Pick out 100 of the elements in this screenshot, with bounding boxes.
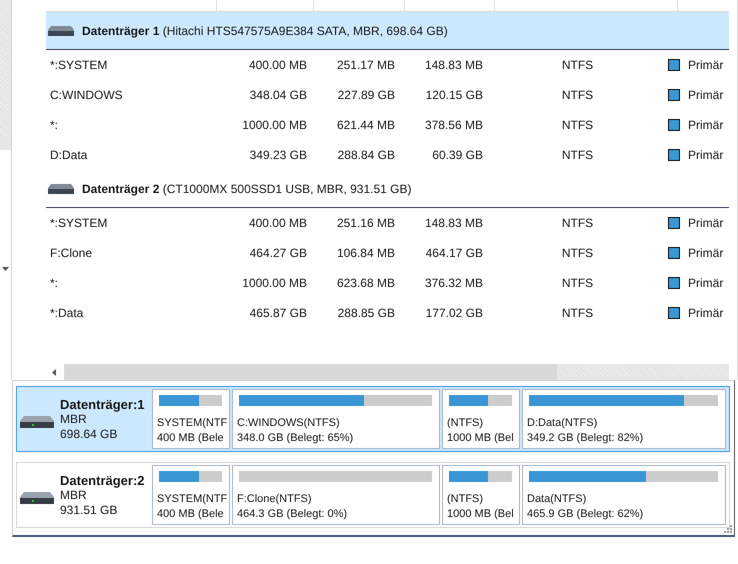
partition-label: F:Clone(NTFS) [237,492,313,507]
free-cell-text: 60.39 GB [431,148,484,162]
type-cell: Primär [688,216,724,230]
partition-usage: 1000 MB (Bel [447,431,515,446]
filesystem-cell: NTFS [562,216,594,230]
partition-name: *:Data [49,306,84,320]
horizontal-scrollbar[interactable] [64,364,729,380]
partition-label: SYSTEM(NTF [157,492,226,507]
type-cell: Primär [688,246,724,260]
type-cell: Primär [688,58,724,72]
partition-label: (NTFS) [447,492,484,507]
partition-label: SYSTEM(NTF [157,416,226,431]
disk-header-row[interactable]: Datenträger 2 (CT1000MX 500SSD1 USB, MBR, 931.51 GB) [46,170,729,208]
used-cell-text: 288.85 GB [336,306,396,320]
partition-block[interactable]: Data(NTFS) 465.9 GB (Belegt: 62%) [522,465,726,525]
hard-drive-icon [20,416,54,428]
partition-name: *: [49,118,60,132]
dropdown-arrow-icon[interactable] [2,267,9,271]
partition-name: D:Data [49,148,88,162]
scroll-left-icon[interactable] [52,368,56,376]
filesystem-cell: NTFS [562,58,594,72]
free-cell-text: 464.17 GB [424,246,484,260]
partition-label: C:WINDOWS(NTFS) [237,416,341,431]
type-cell: Primär [688,148,724,162]
type-cell: Primär [688,118,724,132]
disk-title: Datenträger 1 (Hitachi HTS547575A9E384 SATA, MBR, 698.64 GB) [82,24,448,38]
partition-usage: 349.2 GB (Belegt: 82%) [527,431,644,446]
partition-block[interactable]: (NTFS) 1000 MB (Bel [442,465,520,525]
partition-name: *:SYSTEM [49,58,108,72]
partition-name: *:SYSTEM [49,216,108,230]
partition-block[interactable]: SYSTEM(NTF 400 MB (Bele [152,389,230,449]
partition-color-icon [668,89,680,101]
partition-color-icon [668,59,680,71]
usage-bar [159,395,222,406]
free-cell-text: 378.56 MB [424,118,484,132]
filesystem-cell: NTFS [562,246,594,260]
disk-size: 931.51 GB [60,502,118,518]
partition-color-icon [668,217,680,229]
used-cell-text: 251.17 MB [336,58,396,72]
partition-usage: 400 MB (Bele [157,507,225,522]
partition-usage: 465.9 GB (Belegt: 62%) [527,507,644,522]
partition-usage: 348.0 GB (Belegt: 65%) [237,431,354,446]
resize-grip-icon[interactable] [724,525,732,533]
partition-block[interactable]: D:Data(NTFS) 349.2 GB (Belegt: 82%) [522,389,726,449]
filesystem-cell: NTFS [562,88,594,102]
disk-size: 698.64 GB [60,426,118,442]
partition-label: (NTFS) [447,416,484,431]
partition-scheme: MBR [60,488,87,502]
filesystem-cell: NTFS [562,118,594,132]
capacity-cell-text: 464.27 GB [248,246,308,260]
type-cell: Primär [688,276,724,290]
filesystem-cell: NTFS [562,306,594,320]
partition-scheme: MBR [60,412,87,426]
partition-label: D:Data(NTFS) [527,416,598,431]
partition-name: C:WINDOWS [49,88,124,102]
partition-color-icon [668,277,680,289]
free-cell-text: 376.32 MB [424,276,484,290]
capacity-cell-text: 1000.00 MB [241,118,308,132]
capacity-cell-text: 349.23 GB [248,148,308,162]
free-cell-text: 177.02 GB [424,306,484,320]
hard-drive-icon [48,184,74,194]
partition-color-icon [668,119,680,131]
disk-header-row[interactable]: Datenträger 1 (Hitachi HTS547575A9E384 SATA, MBR, 698.64 GB) [46,12,729,50]
used-cell-text: 288.84 GB [336,148,396,162]
partition-usage: 464.3 GB (Belegt: 0%) [237,507,348,522]
partition-name: F:Clone [49,246,94,260]
used-cell-text: 623.68 MB [336,276,396,290]
disk-name: Datenträger:1 [60,396,145,412]
partition-color-icon [668,307,680,319]
capacity-cell-text: 400.00 MB [248,58,308,72]
used-cell-text: 227.89 GB [336,88,396,102]
filesystem-cell: NTFS [562,148,594,162]
free-cell-text: 120.15 GB [424,88,484,102]
capacity-cell-text: 465.87 GB [248,306,308,320]
used-cell-text: 621.44 MB [336,118,396,132]
partition-color-icon [668,247,680,259]
capacity-cell-text: 400.00 MB [248,216,308,230]
partition-usage: 1000 MB (Bel [447,507,515,522]
partition-usage: 400 MB (Bele [157,431,225,446]
free-cell-text: 148.83 MB [424,216,484,230]
usage-bar [449,395,512,406]
usage-bar [159,471,222,482]
disk-card[interactable]: Datenträger:2 MBR 931.51 GB SYSTEM(NTF 400 MB (Bele F:Clone(NTFS) 464.3 GB (Belegt: 0%) (NTFS) 1000 MB (Bel Data(NTFS) 465.9 GB (Belegt: 62%) [16,462,730,528]
disk-card[interactable]: Datenträger:1 MBR 698.64 GB SYSTEM(NTF 400 MB (Bele C:WINDOWS(NTFS) 348.0 GB (Belegt: 65%) (NTFS) 1000 MB (Bel D:Data(NTFS) 349.2 GB (Belegt: 82%) [16,386,730,452]
used-cell-text: 251.16 MB [336,216,396,230]
partition-block[interactable]: (NTFS) 1000 MB (Bel [442,389,520,449]
disk-title: Datenträger 2 (CT1000MX 500SSD1 USB, MBR, 931.51 GB) [82,182,412,196]
used-cell-text: 106.84 MB [336,246,396,260]
hard-drive-icon [48,26,74,36]
capacity-cell-text: 1000.00 MB [241,276,308,290]
free-cell-text: 148.83 MB [424,58,484,72]
partition-block[interactable]: SYSTEM(NTF 400 MB (Bele [152,465,230,525]
partition-color-icon [668,149,680,161]
scrollbar-track[interactable] [0,0,11,150]
type-cell: Primär [688,306,724,320]
disk-name: Datenträger:2 [60,472,145,488]
partition-block[interactable]: C:WINDOWS(NTFS) 348.0 GB (Belegt: 65%) [232,389,440,449]
partition-block[interactable]: F:Clone(NTFS) 464.3 GB (Belegt: 0%) [232,465,440,525]
filesystem-cell: NTFS [562,276,594,290]
type-cell: Primär [688,88,724,102]
